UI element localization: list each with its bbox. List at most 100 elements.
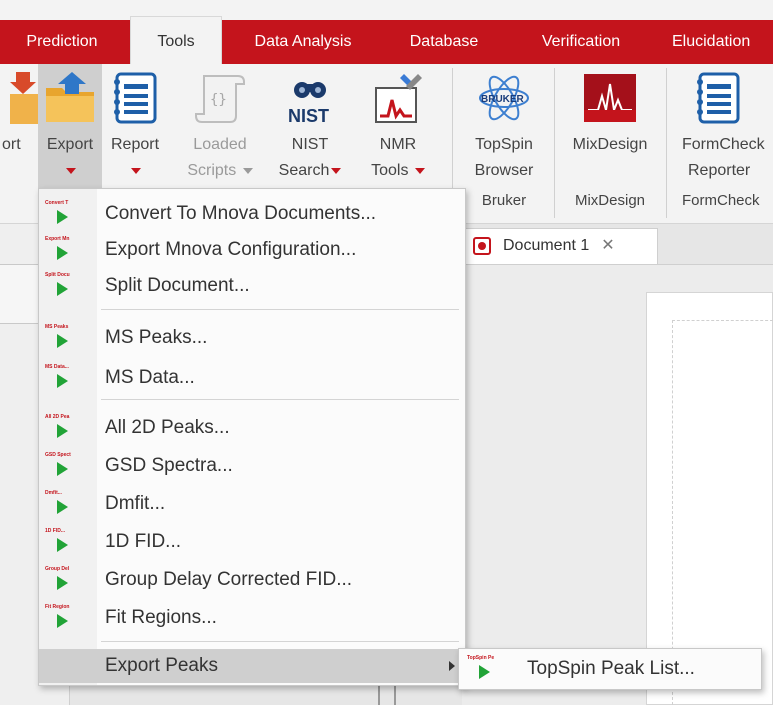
nmr-tools-label-2-text: Tools [371, 162, 409, 179]
menu-item-ms-peaks[interactable]: MS Peaks MS Peaks... [39, 321, 465, 355]
script-icon-caption: GSD Spect [45, 452, 71, 458]
menu-item-all-2d-peaks[interactable]: All 2D Pea All 2D Peaks... [39, 411, 465, 445]
script-play-icon: All 2D Pea [45, 414, 75, 442]
loaded-scripts-label-1: Loaded [193, 136, 247, 153]
nmr-tools-button[interactable]: NMR Tools [362, 64, 434, 189]
script-play-icon: 1D FID... [45, 528, 75, 556]
loaded-scripts-button[interactable]: {} Loaded Scripts [180, 64, 260, 189]
script-play-icon: TopSpin Pe [467, 655, 497, 683]
script-icon-caption: MS Data... [45, 364, 69, 370]
import-label: ort [2, 136, 21, 153]
formcheck-icon [697, 72, 740, 124]
menu-item-convert-to-mnova[interactable]: Convert T Convert To Mnova Documents... [39, 197, 465, 231]
report-dropdown[interactable] [104, 162, 166, 180]
nist-label-1: NIST [291, 136, 329, 153]
report-button[interactable]: Report [104, 64, 166, 189]
nmr-tools-label-2: Tools [362, 162, 434, 180]
report-label: Report [110, 136, 160, 153]
export-button[interactable]: Export [38, 64, 102, 189]
tab-elucidation[interactable]: Elucidation [658, 20, 773, 64]
menu-item-label: Export Peaks [105, 655, 218, 676]
menu-item-dmfit[interactable]: Dmfit... Dmfit... [39, 487, 465, 521]
svg-text:{}: {} [210, 92, 227, 108]
report-icon [114, 72, 157, 124]
script-play-icon: MS Data... [45, 364, 75, 392]
topspin-browser-button[interactable]: BRUKER TopSpin Browser [460, 64, 548, 189]
menu-item-split-document[interactable]: Split Docu Split Document... [39, 269, 465, 303]
group-label-formcheck: FormCheck [682, 192, 760, 209]
menu-item-topspin-peak-list[interactable]: TopSpin Pe TopSpin Peak List... [459, 652, 761, 686]
script-play-icon: Dmfit... [45, 490, 75, 518]
close-icon[interactable]: ✕ [601, 237, 614, 254]
bruker-icon: BRUKER [479, 75, 529, 121]
nist-label-2: Search [274, 162, 346, 180]
script-icon-caption: TopSpin Pe [467, 655, 495, 661]
menu-item-export-mnova-configuration[interactable]: Export Mn Export Mnova Configuration... [39, 233, 465, 267]
menu-item-ms-data[interactable]: MS Data... MS Data... [39, 361, 465, 395]
formcheck-label-2: Reporter [688, 162, 751, 179]
nist-label-2-text: Search [278, 162, 330, 179]
tab-document-1[interactable]: Document 1 ✕ [462, 228, 658, 264]
formcheck-reporter-button[interactable]: FormCheck Reporter [672, 64, 773, 189]
tab-tools[interactable]: Tools [130, 16, 222, 64]
group-label-bruker: Bruker [481, 192, 527, 209]
script-icon-caption: Fit Region [45, 604, 70, 610]
menu-item-label: Export Mnova Configuration... [105, 239, 357, 260]
tab-database[interactable]: Database [384, 20, 504, 64]
export-folder-icon [46, 72, 94, 122]
menu-item-label: All 2D Peaks... [105, 417, 230, 438]
menu-item-group-delay-corrected-fid[interactable]: Group Del Group Delay Corrected FID... [39, 563, 465, 597]
import-button[interactable]: ort [0, 64, 38, 189]
tab-verification[interactable]: Verification [512, 20, 650, 64]
tab-data-analysis[interactable]: Data Analysis [230, 20, 376, 64]
play-icon [479, 665, 490, 679]
chevron-down-icon [331, 167, 342, 174]
menu-item-label: TopSpin Peak List... [527, 658, 695, 679]
play-icon [57, 246, 68, 260]
menu-item-1d-fid[interactable]: 1D FID... 1D FID... [39, 525, 465, 559]
topspin-label-1: TopSpin [475, 136, 533, 153]
chevron-right-icon [449, 661, 455, 671]
document-tab-label: Document 1 [503, 237, 590, 254]
document-icon [473, 237, 491, 255]
mixdesign-icon [584, 74, 636, 122]
script-play-icon: Export Mn [45, 236, 75, 264]
menu-item-gsd-spectra[interactable]: GSD Spect GSD Spectra... [39, 449, 465, 483]
script-play-icon: Split Docu [45, 272, 75, 300]
menu-item-label: MS Peaks... [105, 327, 208, 348]
menu-item-export-peaks[interactable]: Export Peaks [39, 649, 465, 683]
tab-prediction[interactable]: Prediction [0, 20, 124, 64]
script-play-icon: Group Del [45, 566, 75, 594]
script-play-icon: MS Peaks [45, 324, 75, 352]
menu-item-label: GSD Spectra... [105, 455, 233, 476]
menu-item-label: 1D FID... [105, 531, 182, 552]
play-icon [57, 282, 68, 296]
ribbon-separator [666, 68, 667, 218]
play-icon [57, 210, 68, 224]
script-play-icon: Fit Region [45, 604, 75, 632]
ribbon-separator [554, 68, 555, 218]
script-play-icon: GSD Spect [45, 452, 75, 480]
chevron-down-icon [66, 167, 76, 174]
menu-item-label: Fit Regions... [105, 607, 217, 628]
play-icon [57, 576, 68, 590]
script-icon-caption: Export Mn [45, 236, 70, 242]
menu-item-fit-regions[interactable]: Fit Region Fit Regions... [39, 601, 465, 635]
loaded-scripts-label-2-text: Scripts [187, 162, 237, 179]
topspin-label-2: Browser [474, 162, 534, 179]
play-icon [57, 462, 68, 476]
menu-item-label: Split Document... [105, 275, 250, 296]
group-label-mixdesign: MixDesign [574, 192, 646, 209]
export-dropdown[interactable] [38, 162, 102, 180]
play-icon [57, 374, 68, 388]
script-icon-caption: Split Docu [45, 272, 70, 278]
menu-separator [101, 399, 459, 400]
script-play-icon: Convert T [45, 200, 75, 228]
loaded-scripts-label-2: Scripts [180, 162, 260, 180]
menu-item-label: MS Data... [105, 367, 195, 388]
nist-search-button[interactable]: NIST NIST Search [274, 64, 346, 189]
chevron-down-icon [131, 167, 141, 174]
script-icon-caption: Dmfit... [45, 490, 62, 496]
play-icon [57, 614, 68, 628]
mixdesign-button[interactable]: MixDesign [558, 64, 662, 189]
